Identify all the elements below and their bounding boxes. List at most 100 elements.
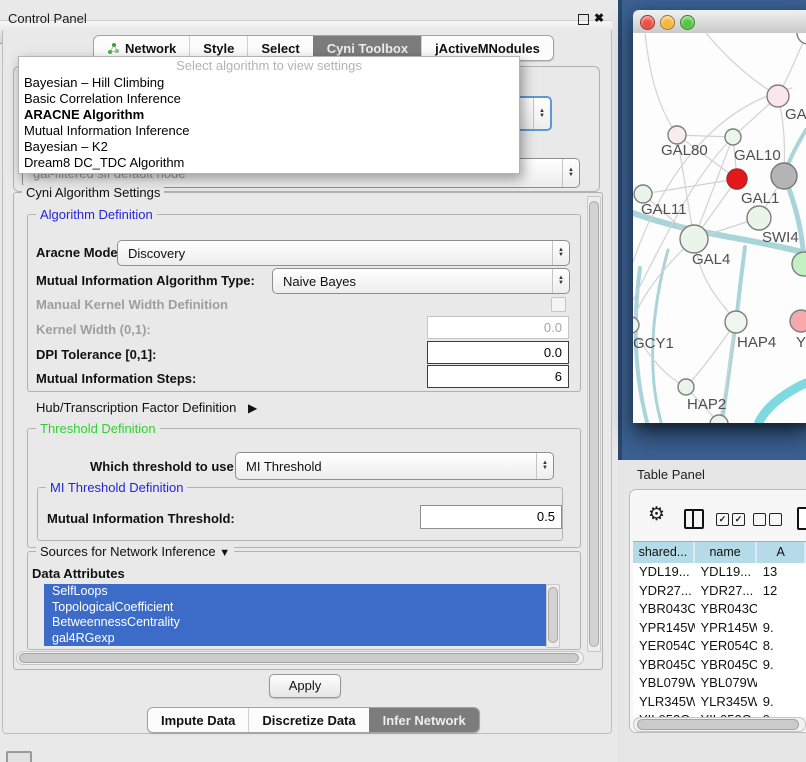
minimized-panel-icon[interactable] (6, 751, 32, 762)
algorithm-option-dream8-dc-tdc-algorithm[interactable]: Dream8 DC_TDC Algorithm (19, 155, 519, 171)
attribute-item-topologicalcoefficient[interactable]: TopologicalCoefficient (44, 600, 546, 616)
node-pink-right[interactable] (790, 310, 806, 332)
apply-button[interactable]: Apply (269, 674, 341, 698)
spinner-down-glyph: ▼ (539, 114, 545, 119)
mac-close-button[interactable] (640, 15, 655, 30)
combo-value: Naive Bayes (273, 274, 552, 289)
table-row[interactable]: YLR345WYLR345W9. (633, 693, 806, 712)
which-threshold-label: Which threshold to use: (90, 459, 238, 474)
table-row[interactable]: YPR145WYPR145W9. (633, 619, 806, 638)
cyni-settings-title: Cyni Algorithm Settings (22, 185, 164, 200)
table-cell: 13 (757, 563, 806, 582)
settings-hscrollbar[interactable] (16, 651, 584, 665)
table-row[interactable]: YDL19...YDL19...13 (633, 563, 806, 582)
node-gal1-label: GAL1 (741, 190, 779, 207)
spinner-icon[interactable]: ▲▼ (552, 241, 569, 265)
document-icon[interactable] (797, 507, 806, 530)
node-gal10[interactable] (725, 129, 741, 145)
algorithm-option-bayesian-k2[interactable]: Bayesian – K2 (19, 139, 519, 155)
mi-type-label: Mutual Information Algorithm Type: (36, 273, 255, 288)
hub-definition-expander[interactable]: Hub/Transcription Factor Definition ▶ (36, 400, 257, 415)
table-row[interactable]: YBR043CYBR043C (633, 600, 806, 619)
column-header-a[interactable]: A (757, 542, 806, 564)
data-attributes-label: Data Attributes (32, 566, 125, 581)
table-row[interactable]: YER054CYER054C8. (633, 637, 806, 656)
network-canvas[interactable]: GALGAL80GAL10GAL11GAL1SWI4GAL4GCY1HAP4YH… (633, 33, 806, 423)
threshold-combobox[interactable]: MI Threshold ▲▼ (235, 452, 554, 480)
attribute-item-gal4rgexp[interactable]: gal4RGexp (44, 631, 546, 647)
node-gal1[interactable] (747, 206, 771, 230)
deselect-all-columns-icon[interactable] (753, 513, 782, 526)
kernel-width-field[interactable]: 0.0 (427, 316, 569, 339)
spinner-icon[interactable]: ▲▼ (536, 453, 553, 479)
kernel-width-label: Kernel Width (0,1): (36, 322, 151, 337)
attribute-item-betweennesscentrality[interactable]: BetweennessCentrality (44, 615, 546, 631)
attribute-item-selfloops[interactable]: SelfLoops (44, 584, 546, 600)
column-header-name[interactable]: name (695, 542, 758, 564)
table-gear-icon[interactable]: ⚙ (648, 506, 665, 525)
node-hap4[interactable] (725, 311, 747, 333)
node-gray[interactable] (771, 163, 797, 189)
network-window-titlebar[interactable] (633, 10, 806, 34)
node-swi4-label: SWI4 (762, 229, 799, 246)
node-green-right[interactable] (792, 252, 806, 276)
attributes-vscrollbar-thumb[interactable] (548, 587, 558, 643)
mi-steps-field[interactable]: 6 (427, 365, 569, 388)
settings-vscrollbar-thumb[interactable] (589, 201, 599, 647)
hub-definition-label: Hub/Transcription Factor Definition (36, 400, 236, 415)
algorithm-option-bayesian-hill-climbing[interactable]: Bayesian – Hill Climbing (19, 75, 519, 91)
table-hscrollbar[interactable] (633, 717, 806, 732)
node-gal4[interactable] (680, 225, 708, 253)
spinner-icon[interactable]: ▲▼ (552, 269, 569, 293)
tab-infer-network[interactable]: Infer Network (369, 708, 479, 732)
algorithm-option-mutual-information-inference[interactable]: Mutual Information Inference (19, 123, 519, 139)
dpi-tolerance-label: DPI Tolerance [0,1]: (36, 347, 156, 362)
node-gal-label: GAL (785, 106, 806, 123)
threshold-definition-title: Threshold Definition (36, 421, 160, 436)
mac-minimize-button[interactable] (660, 15, 675, 30)
close-icon[interactable]: ✖ (594, 11, 604, 25)
spinner-icon[interactable]: ▲▼ (533, 98, 550, 129)
table-row[interactable]: YDR27...YDR27...12 (633, 582, 806, 601)
float-window-icon[interactable] (578, 14, 589, 25)
node-gal[interactable] (767, 85, 789, 107)
data-attributes-list: SelfLoopsTopologicalCoefficientBetweenne… (44, 584, 546, 646)
tab-discretize-data[interactable]: Discretize Data (248, 708, 368, 732)
select-all-columns-icon[interactable]: ✓ ✓ (716, 513, 745, 526)
column-header-shared[interactable]: shared... (633, 542, 695, 564)
algorithm-option-aracne-algorithm[interactable]: ARACNE Algorithm (19, 107, 519, 123)
mac-zoom-button[interactable] (680, 15, 695, 30)
table-cell: 9. (757, 619, 806, 638)
node-pink-right-label: Y (796, 334, 806, 351)
manual-kernel-checkbox[interactable] (551, 297, 566, 312)
dpi-tolerance-field[interactable]: 0.0 (427, 341, 569, 364)
node-gcy1[interactable] (633, 317, 639, 333)
settings-hscrollbar-thumb[interactable] (19, 653, 579, 663)
table-columns-icon[interactable] (684, 509, 704, 529)
node-gcy1-label: GCY1 (633, 335, 674, 352)
sources-title: Sources for Network Inference ▼ (36, 544, 234, 559)
algorithm-definition-title: Algorithm Definition (36, 207, 157, 222)
node-red[interactable] (727, 169, 747, 189)
mi-threshold-group-title: MI Threshold Definition (46, 480, 187, 495)
dropdown-prompt: Select algorithm to view settings (19, 57, 519, 75)
table-row[interactable]: YBL079WYBL079W (633, 674, 806, 693)
table-cell: YDL19... (695, 563, 757, 582)
mi-type-combobox[interactable]: Naive Bayes ▲▼ (272, 268, 570, 294)
tab-impute-data[interactable]: Impute Data (148, 708, 248, 732)
attributes-vscrollbar[interactable] (546, 584, 560, 648)
spinner-icon[interactable]: ▲▼ (562, 159, 579, 187)
combo-value: MI Threshold (236, 459, 536, 474)
mi-threshold-field[interactable]: 0.5 (420, 505, 562, 529)
node-top-right[interactable] (797, 33, 806, 44)
collapse-arrow-icon[interactable]: ▼ (219, 547, 230, 559)
node-hap2[interactable] (678, 379, 694, 395)
algorithm-option-basic-correlation-inference[interactable]: Basic Correlation Inference (19, 91, 519, 107)
network-edge (643, 179, 737, 194)
aracne-mode-combobox[interactable]: Discovery ▲▼ (117, 240, 570, 266)
table-hscrollbar-thumb[interactable] (637, 719, 799, 730)
table-row[interactable]: YBR045CYBR045C9. (633, 656, 806, 675)
settings-vscrollbar[interactable] (587, 196, 601, 652)
unchecked-box-icon (769, 513, 782, 526)
node-hap2-label: HAP2 (687, 396, 726, 413)
